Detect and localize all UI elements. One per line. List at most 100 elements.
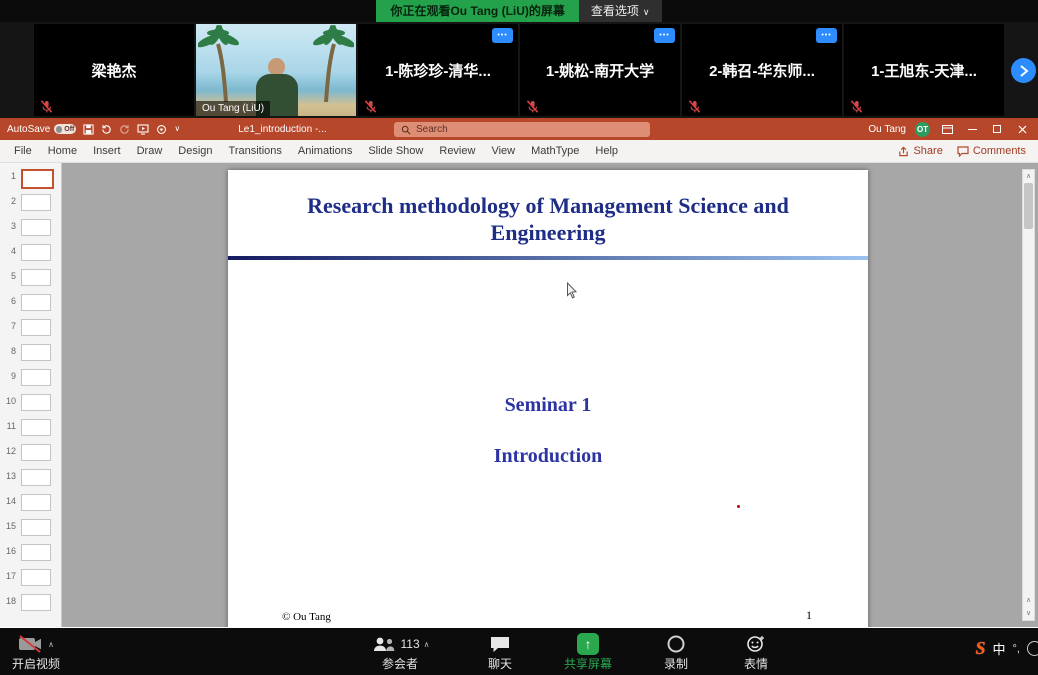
minimize-button[interactable] bbox=[964, 118, 980, 140]
mic-muted-icon bbox=[526, 100, 539, 113]
ppt-workspace: 1 2 3 4 5 6 7 8 9 10 11 12 13 14 15 16 1… bbox=[0, 163, 1038, 627]
scrollbar-thumb[interactable] bbox=[1024, 183, 1033, 229]
introduction-text[interactable]: Introduction bbox=[228, 445, 868, 468]
tab-insert[interactable]: Insert bbox=[85, 140, 129, 162]
record-button[interactable]: 录制 bbox=[648, 631, 704, 671]
participant-name: 梁艳杰 bbox=[91, 60, 136, 81]
thumb-preview bbox=[21, 319, 51, 336]
ime-punctuation-toggle[interactable]: °, bbox=[1013, 643, 1020, 655]
ribbon-display-options-icon[interactable] bbox=[939, 118, 955, 140]
close-button[interactable] bbox=[1014, 118, 1030, 140]
tab-draw[interactable]: Draw bbox=[129, 140, 171, 162]
thumb-number: 4 bbox=[5, 244, 16, 256]
search-box[interactable]: Search bbox=[394, 122, 650, 137]
slide-thumbnail[interactable]: 15 bbox=[0, 517, 61, 542]
slide-thumbnail[interactable]: 7 bbox=[0, 317, 61, 342]
slide-thumbnail[interactable]: 8 bbox=[0, 342, 61, 367]
tab-help[interactable]: Help bbox=[587, 140, 626, 162]
thumb-preview bbox=[21, 544, 51, 561]
slide-thumbnail[interactable]: 18 bbox=[0, 592, 61, 617]
sogou-input-icon[interactable]: S bbox=[976, 638, 986, 659]
thumb-number: 2 bbox=[5, 194, 16, 206]
slide-thumbnail[interactable]: 6 bbox=[0, 292, 61, 317]
tab-transitions[interactable]: Transitions bbox=[221, 140, 290, 162]
share-label: Share bbox=[913, 145, 942, 157]
slide-thumbnail[interactable]: 13 bbox=[0, 467, 61, 492]
chevron-right-icon bbox=[1019, 65, 1029, 77]
participant-name: 1-姚松-南开大学 bbox=[546, 60, 654, 81]
start-video-label: 开启视频 bbox=[0, 657, 72, 671]
slide-canvas[interactable]: Research methodology of Management Scien… bbox=[228, 170, 868, 627]
slide-thumbnail[interactable]: 2 bbox=[0, 192, 61, 217]
start-video-button[interactable]: ∧ 开启视频 bbox=[0, 631, 72, 671]
slide-thumbnail[interactable]: 5 bbox=[0, 267, 61, 292]
tile-more-button[interactable]: ••• bbox=[654, 28, 675, 43]
slide-thumbnail[interactable]: 1 bbox=[0, 167, 61, 192]
slide-thumbnail[interactable]: 14 bbox=[0, 492, 61, 517]
comments-label: Comments bbox=[973, 145, 1026, 157]
participant-tile[interactable]: ••• 2-韩召-华东师... bbox=[682, 24, 842, 116]
participants-button[interactable]: 113 ∧ 参会者 bbox=[360, 631, 440, 671]
tab-file[interactable]: File bbox=[6, 140, 40, 162]
share-screen-button[interactable]: ↑ 共享屏幕 bbox=[552, 631, 624, 671]
undo-icon[interactable] bbox=[101, 124, 112, 135]
slide-footer-text[interactable]: © Ou Tang bbox=[282, 611, 331, 623]
slideshow-icon[interactable] bbox=[137, 124, 149, 135]
slide-title-text[interactable]: Research methodology of Management Scien… bbox=[228, 170, 868, 247]
view-options-button[interactable]: 查看选项∨ bbox=[579, 0, 662, 22]
ime-emoji-icon[interactable] bbox=[1027, 641, 1038, 656]
tab-design[interactable]: Design bbox=[170, 140, 220, 162]
participant-tile[interactable]: ••• 1-陈珍珍-清华... bbox=[358, 24, 518, 116]
chat-icon bbox=[489, 635, 511, 653]
tab-slide-show[interactable]: Slide Show bbox=[360, 140, 431, 162]
toggle-knob-icon bbox=[56, 126, 62, 133]
tab-animations[interactable]: Animations bbox=[290, 140, 360, 162]
chat-button[interactable]: 聊天 bbox=[470, 631, 530, 671]
mic-muted-icon bbox=[850, 100, 863, 113]
next-slide-icon[interactable]: ∨ bbox=[1026, 607, 1031, 620]
next-participants-button[interactable] bbox=[1011, 58, 1036, 83]
scroll-up-icon[interactable]: ∧ bbox=[1026, 170, 1031, 183]
share-button[interactable]: Share bbox=[898, 145, 942, 157]
tile-more-button[interactable]: ••• bbox=[816, 28, 837, 43]
slide-thumbnail[interactable]: 4 bbox=[0, 242, 61, 267]
reactions-button[interactable]: 表情 bbox=[728, 631, 784, 671]
slide-page-number[interactable]: 1 bbox=[806, 608, 812, 623]
save-icon[interactable] bbox=[83, 124, 94, 135]
mic-muted-icon bbox=[688, 100, 701, 113]
video-options-caret-icon[interactable]: ∧ bbox=[48, 640, 54, 649]
vertical-scrollbar[interactable]: ∧ ∧ ∨ bbox=[1022, 169, 1035, 621]
tab-mathtype[interactable]: MathType bbox=[523, 140, 587, 162]
account-name[interactable]: Ou Tang bbox=[868, 124, 906, 135]
comments-button[interactable]: Comments bbox=[957, 145, 1026, 157]
tab-view[interactable]: View bbox=[483, 140, 523, 162]
slide-thumbnail[interactable]: 12 bbox=[0, 442, 61, 467]
ppt-titlebar: AutoSave Off ∨ Le1_introduction -... bbox=[0, 118, 1038, 140]
redo-icon[interactable] bbox=[119, 124, 130, 135]
palm-tree-graphic bbox=[298, 24, 354, 102]
tab-home[interactable]: Home bbox=[40, 140, 85, 162]
participant-tile[interactable]: ••• 1-姚松-南开大学 bbox=[520, 24, 680, 116]
participant-tile[interactable]: 1-王旭东-天津... bbox=[844, 24, 1004, 116]
touch-mouse-mode-icon[interactable] bbox=[156, 124, 167, 135]
document-title[interactable]: Le1_introduction -... bbox=[238, 124, 326, 135]
ime-language-toggle[interactable]: 中 bbox=[993, 639, 1006, 658]
slide-thumbnail[interactable]: 11 bbox=[0, 417, 61, 442]
restore-button[interactable] bbox=[989, 118, 1005, 140]
seminar-text[interactable]: Seminar 1 bbox=[228, 394, 868, 417]
slide-thumbnail[interactable]: 17 bbox=[0, 567, 61, 592]
participants-label: 参会者 bbox=[360, 657, 440, 671]
tab-review[interactable]: Review bbox=[431, 140, 483, 162]
slide-thumbnail-panel: 1 2 3 4 5 6 7 8 9 10 11 12 13 14 15 16 1… bbox=[0, 163, 62, 627]
account-avatar[interactable]: OT bbox=[915, 122, 930, 137]
slide-thumbnail[interactable]: 16 bbox=[0, 542, 61, 567]
slide-thumbnail[interactable]: 9 bbox=[0, 367, 61, 392]
tile-more-button[interactable]: ••• bbox=[492, 28, 513, 43]
participants-caret-icon[interactable]: ∧ bbox=[424, 640, 430, 649]
slide-thumbnail[interactable]: 10 bbox=[0, 392, 61, 417]
participant-tile-video[interactable]: Ou Tang (LiU) bbox=[196, 24, 356, 116]
previous-slide-icon[interactable]: ∧ bbox=[1026, 594, 1031, 607]
slide-thumbnail[interactable]: 3 bbox=[0, 217, 61, 242]
participant-tile[interactable]: 梁艳杰 bbox=[34, 24, 194, 116]
autosave-toggle[interactable]: AutoSave Off bbox=[7, 124, 76, 135]
